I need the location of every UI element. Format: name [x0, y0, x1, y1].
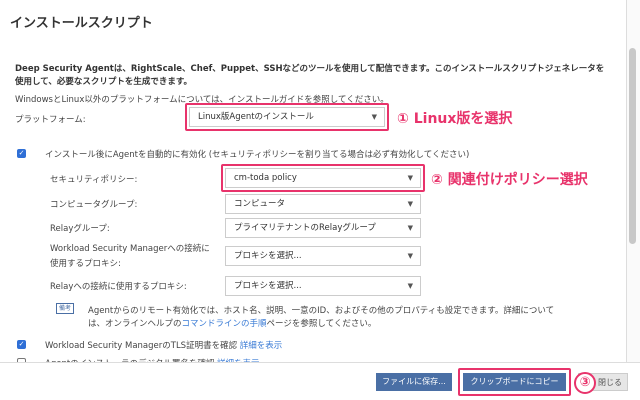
tls-checkbox[interactable]: ✓ — [17, 340, 26, 349]
command-line-link[interactable]: コマンドラインの手順 — [182, 319, 267, 329]
group-label: コンピュータグループ: — [50, 200, 138, 210]
relay-select[interactable]: プライマリテナントのRelayグループ ▼ — [225, 218, 421, 238]
wsm-proxy-value: プロキシを選択... — [234, 251, 302, 261]
tls-details-link[interactable]: 詳細を表示 — [240, 341, 283, 351]
tls-label: Workload Security ManagerのTLS証明書を確認 — [45, 341, 238, 351]
highlight-box — [221, 164, 425, 192]
save-to-file-button[interactable]: ファイルに保存... — [376, 373, 452, 391]
activate-checkbox[interactable]: ✓ — [17, 149, 26, 158]
intro-line1: Deep Security Agentは、RightScale、Chef、Pup… — [15, 64, 605, 74]
note-text: ページを参照してください。 — [266, 319, 377, 329]
group-select[interactable]: コンピュータ ▼ — [225, 194, 421, 214]
annotation-2: ② 関連付けポリシー選択 — [431, 172, 588, 188]
relay-proxy-value: プロキシを選択... — [234, 281, 302, 291]
relay-label: Relayグループ: — [50, 224, 110, 234]
activate-label: インストール後にAgentを自動的に有効化 (セキュリティポリシーを割り当てる場… — [45, 150, 470, 160]
scrollbar-thumb[interactable] — [629, 48, 636, 244]
chevron-down-icon: ▼ — [407, 200, 413, 208]
dialog-title: インストールスクリプト — [10, 16, 153, 31]
note-badge: 備考 — [56, 303, 75, 314]
annotation-3: ③ — [574, 372, 596, 394]
annotation-1: ① Linux版を選択 — [397, 111, 513, 127]
relay-value: プライマリテナントのRelayグループ — [234, 223, 376, 233]
wsm-proxy-label2: 使用するプロキシ: — [50, 259, 121, 269]
highlight-box — [458, 368, 571, 396]
relay-proxy-label: Relayへの接続に使用するプロキシ: — [50, 282, 187, 292]
note-line2: は、オンラインヘルプのコマンドラインの手順ページを参照してください。 — [88, 317, 376, 329]
relay-proxy-select[interactable]: プロキシを選択... ▼ — [225, 276, 421, 296]
chevron-down-icon: ▼ — [407, 252, 413, 260]
platform-label: プラットフォーム: — [15, 115, 86, 125]
note-line1: Agentからのリモート有効化では、ホスト名、説明、一意のID、およびその他のプ… — [88, 306, 555, 316]
note-text: は、オンラインヘルプの — [88, 319, 182, 329]
highlight-box — [185, 103, 389, 131]
wsm-proxy-label: Workload Security Managerへの接続に — [50, 244, 210, 254]
group-value: コンピュータ — [234, 199, 286, 209]
intro-line2: 使用して、必要なスクリプトを生成できます。 — [15, 77, 192, 87]
policy-label: セキュリティポリシー: — [50, 175, 138, 185]
wsm-proxy-select[interactable]: プロキシを選択... ▼ — [225, 246, 421, 266]
tls-row: Workload Security ManagerのTLS証明書を確認 詳細を表… — [45, 339, 282, 351]
chevron-down-icon: ▼ — [407, 224, 413, 232]
chevron-down-icon: ▼ — [407, 282, 413, 290]
